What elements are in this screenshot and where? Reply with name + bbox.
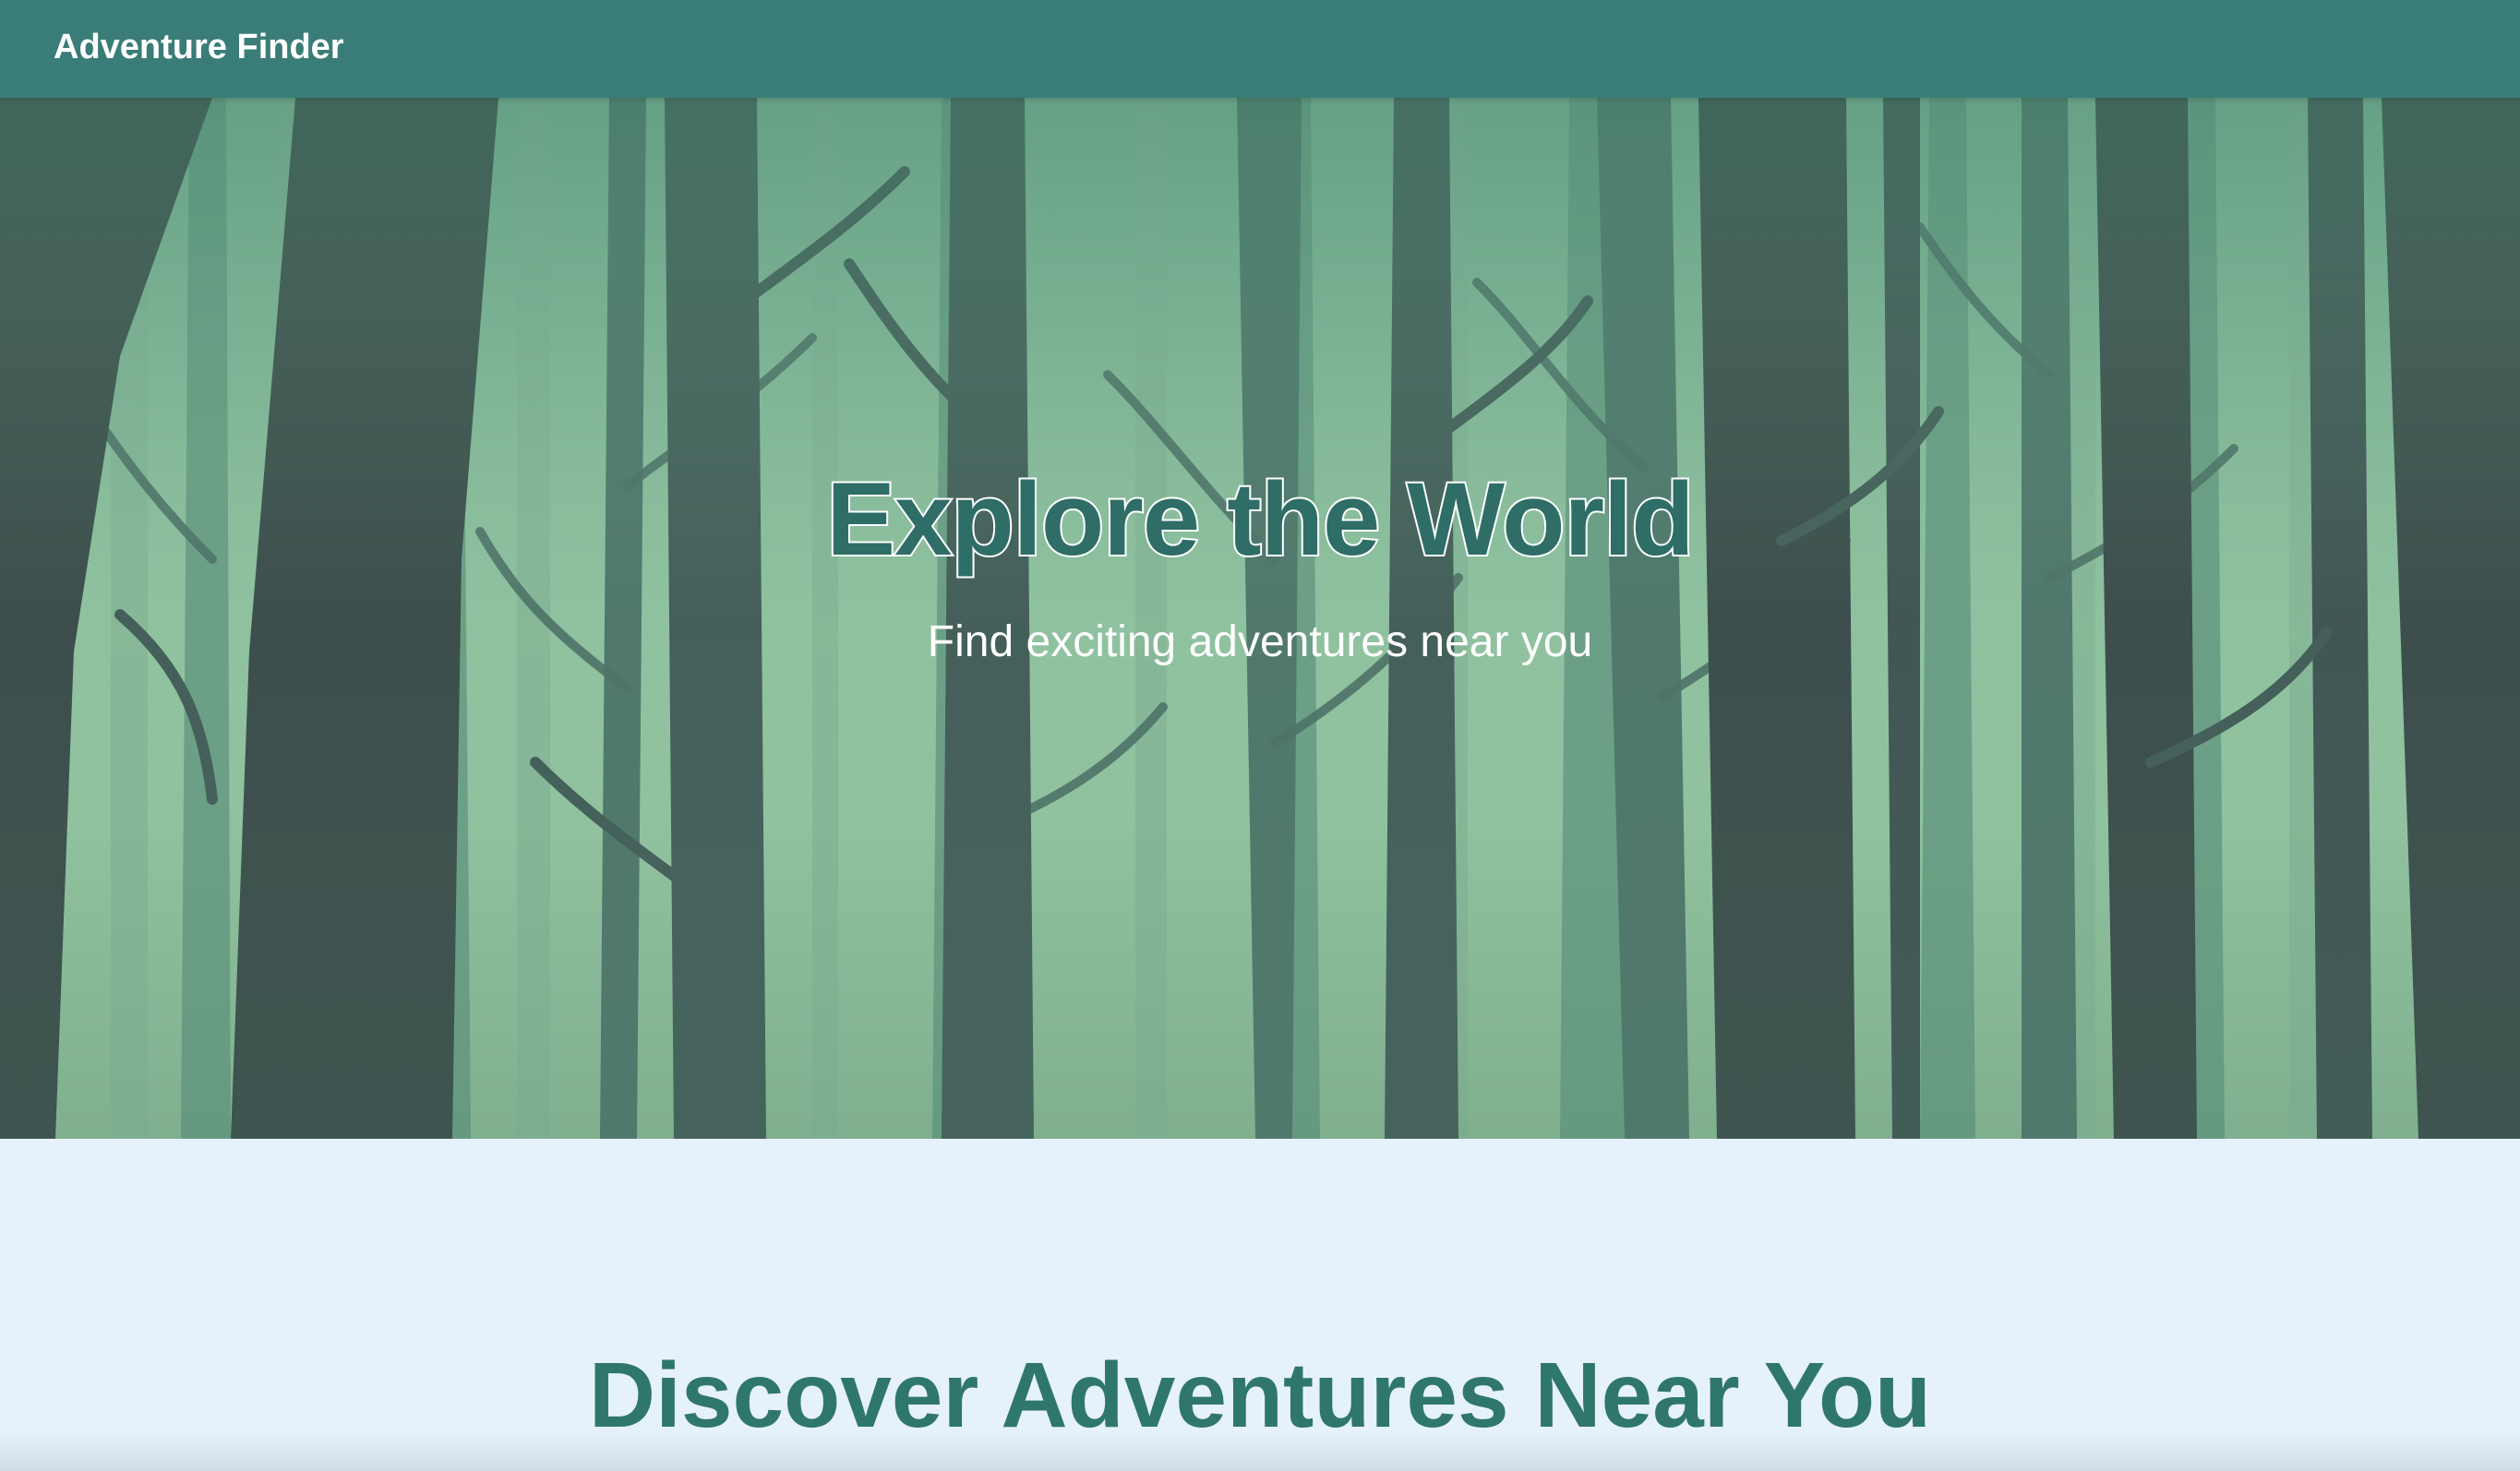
discover-section: Discover Adventures Near You <box>0 1139 2520 1471</box>
hero-title: Explore the World <box>824 460 1696 579</box>
hero-content: Explore the World Find exciting adventur… <box>0 98 2520 1139</box>
brand-logo-text[interactable]: Adventure Finder <box>54 26 344 68</box>
top-navbar: Adventure Finder <box>0 0 2520 98</box>
hero-banner: Explore the World Find exciting adventur… <box>0 98 2520 1139</box>
scroll-fade <box>0 1430 2520 1471</box>
hero-subtitle: Find exciting adventures near you <box>927 617 1593 666</box>
